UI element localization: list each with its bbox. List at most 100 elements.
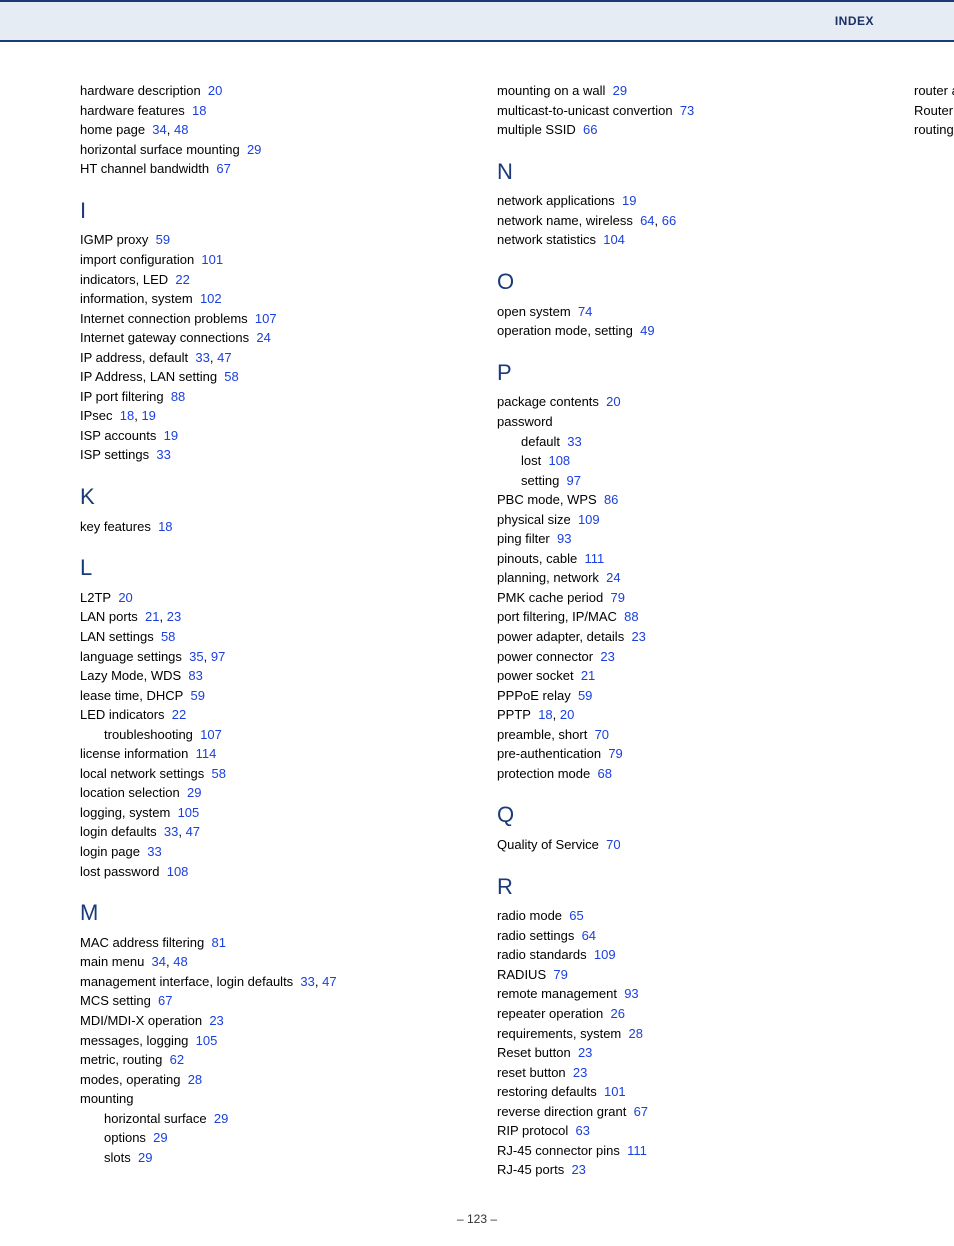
index-page-link[interactable]: 26 (610, 1006, 624, 1021)
index-page-link[interactable]: 23 (167, 609, 181, 624)
index-page-link[interactable]: 23 (578, 1045, 592, 1060)
index-page-link[interactable]: 81 (212, 935, 226, 950)
index-page-link[interactable]: 49 (640, 323, 654, 338)
index-page-link[interactable]: 33 (300, 974, 314, 989)
index-page-link[interactable]: 105 (178, 805, 200, 820)
index-page-link[interactable]: 18 (120, 408, 134, 423)
index-page-link[interactable]: 67 (216, 161, 230, 176)
index-page-link[interactable]: 109 (578, 512, 600, 527)
index-page-link[interactable]: 29 (247, 142, 261, 157)
index-page-link[interactable]: 88 (624, 609, 638, 624)
index-page-link[interactable]: 33 (164, 824, 178, 839)
index-entry: reverse direction grant 67 (497, 1103, 874, 1121)
index-page-link[interactable]: 65 (569, 908, 583, 923)
index-page-link[interactable]: 74 (578, 304, 592, 319)
index-page-link[interactable]: 20 (560, 707, 574, 722)
index-page-link[interactable]: 59 (191, 688, 205, 703)
index-page-link[interactable]: 48 (173, 954, 187, 969)
index-page-link[interactable]: 79 (608, 746, 622, 761)
index-page-link[interactable]: 23 (631, 629, 645, 644)
index-page-link[interactable]: 29 (214, 1111, 228, 1126)
index-page-link[interactable]: 21 (581, 668, 595, 683)
index-page-link[interactable]: 108 (167, 864, 189, 879)
index-page-link[interactable]: 107 (255, 311, 277, 326)
index-page-link[interactable]: 19 (164, 428, 178, 443)
index-page-link[interactable]: 28 (188, 1072, 202, 1087)
index-page-link[interactable]: 111 (584, 551, 604, 566)
index-page-link[interactable]: 18 (158, 519, 172, 534)
index-page-link[interactable]: 18 (192, 103, 206, 118)
index-page-link[interactable]: 66 (662, 213, 676, 228)
index-page-link[interactable]: 73 (680, 103, 694, 118)
index-page-link[interactable]: 23 (209, 1013, 223, 1028)
index-page-link[interactable]: 33 (156, 447, 170, 462)
index-page-link[interactable]: 62 (170, 1052, 184, 1067)
index-page-link[interactable]: 58 (212, 766, 226, 781)
index-page-link[interactable]: 101 (201, 252, 223, 267)
index-page-link[interactable]: 20 (118, 590, 132, 605)
index-page-link[interactable]: 104 (603, 232, 625, 247)
index-page-link[interactable]: 19 (141, 408, 155, 423)
index-page-link[interactable]: 67 (158, 993, 172, 1008)
index-page-link[interactable]: 83 (188, 668, 202, 683)
index-page-link[interactable]: 18 (538, 707, 552, 722)
index-page-link[interactable]: 63 (576, 1123, 590, 1138)
index-page-link[interactable]: 59 (578, 688, 592, 703)
index-page-link[interactable]: 93 (624, 986, 638, 1001)
index-page-link[interactable]: 107 (200, 727, 222, 742)
index-page-link[interactable]: 29 (138, 1150, 152, 1165)
index-page-link[interactable]: 66 (583, 122, 597, 137)
index-page-link[interactable]: 64 (640, 213, 654, 228)
index-page-link[interactable]: 34 (152, 122, 166, 137)
index-page-link[interactable]: 88 (171, 389, 185, 404)
index-page-link[interactable]: 67 (634, 1104, 648, 1119)
index-page-link[interactable]: 34 (152, 954, 166, 969)
index-page-link[interactable]: 111 (627, 1143, 647, 1158)
index-page-link[interactable]: 35 (189, 649, 203, 664)
index-page-link[interactable]: 23 (573, 1065, 587, 1080)
index-page-link[interactable]: 28 (629, 1026, 643, 1041)
index-page-link[interactable]: 33 (567, 434, 581, 449)
index-page-link[interactable]: 48 (174, 122, 188, 137)
index-page-link[interactable]: 47 (217, 350, 231, 365)
index-page-link[interactable]: 47 (322, 974, 336, 989)
index-page-link[interactable]: 109 (594, 947, 616, 962)
index-page-link[interactable]: 23 (600, 649, 614, 664)
index-page-link[interactable]: 21 (145, 609, 159, 624)
index-page-link[interactable]: 64 (582, 928, 596, 943)
index-page-link[interactable]: 22 (175, 272, 189, 287)
index-page-link[interactable]: 47 (186, 824, 200, 839)
index-page-link[interactable]: 70 (606, 837, 620, 852)
index-page-link[interactable]: 19 (622, 193, 636, 208)
index-page-link[interactable]: 105 (196, 1033, 218, 1048)
index-page-link[interactable]: 58 (224, 369, 238, 384)
index-page-link[interactable]: 20 (606, 394, 620, 409)
index-page-link[interactable]: 70 (595, 727, 609, 742)
index-entry: license information 114 (80, 745, 457, 763)
index-page-link[interactable]: 59 (156, 232, 170, 247)
index-page-link[interactable]: 68 (597, 766, 611, 781)
index-page-link[interactable]: 101 (604, 1084, 626, 1099)
index-page-link[interactable]: 97 (211, 649, 225, 664)
index-subentry: options 29 (80, 1129, 457, 1147)
index-page-link[interactable]: 114 (196, 746, 217, 761)
index-page-link[interactable]: 29 (613, 83, 627, 98)
index-page-link[interactable]: 29 (153, 1130, 167, 1145)
index-page-link[interactable]: 79 (553, 967, 567, 982)
index-term: options (104, 1130, 146, 1145)
index-page-link[interactable]: 23 (571, 1162, 585, 1177)
index-page-link[interactable]: 20 (208, 83, 222, 98)
index-page-link[interactable]: 79 (610, 590, 624, 605)
index-page-link[interactable]: 33 (147, 844, 161, 859)
index-page-link[interactable]: 29 (187, 785, 201, 800)
index-page-link[interactable]: 24 (256, 330, 270, 345)
index-page-link[interactable]: 97 (567, 473, 581, 488)
index-page-link[interactable]: 24 (606, 570, 620, 585)
index-page-link[interactable]: 33 (195, 350, 209, 365)
index-page-link[interactable]: 86 (604, 492, 618, 507)
index-page-link[interactable]: 93 (557, 531, 571, 546)
index-page-link[interactable]: 58 (161, 629, 175, 644)
index-page-link[interactable]: 22 (172, 707, 186, 722)
index-page-link[interactable]: 102 (200, 291, 222, 306)
index-page-link[interactable]: 108 (548, 453, 570, 468)
